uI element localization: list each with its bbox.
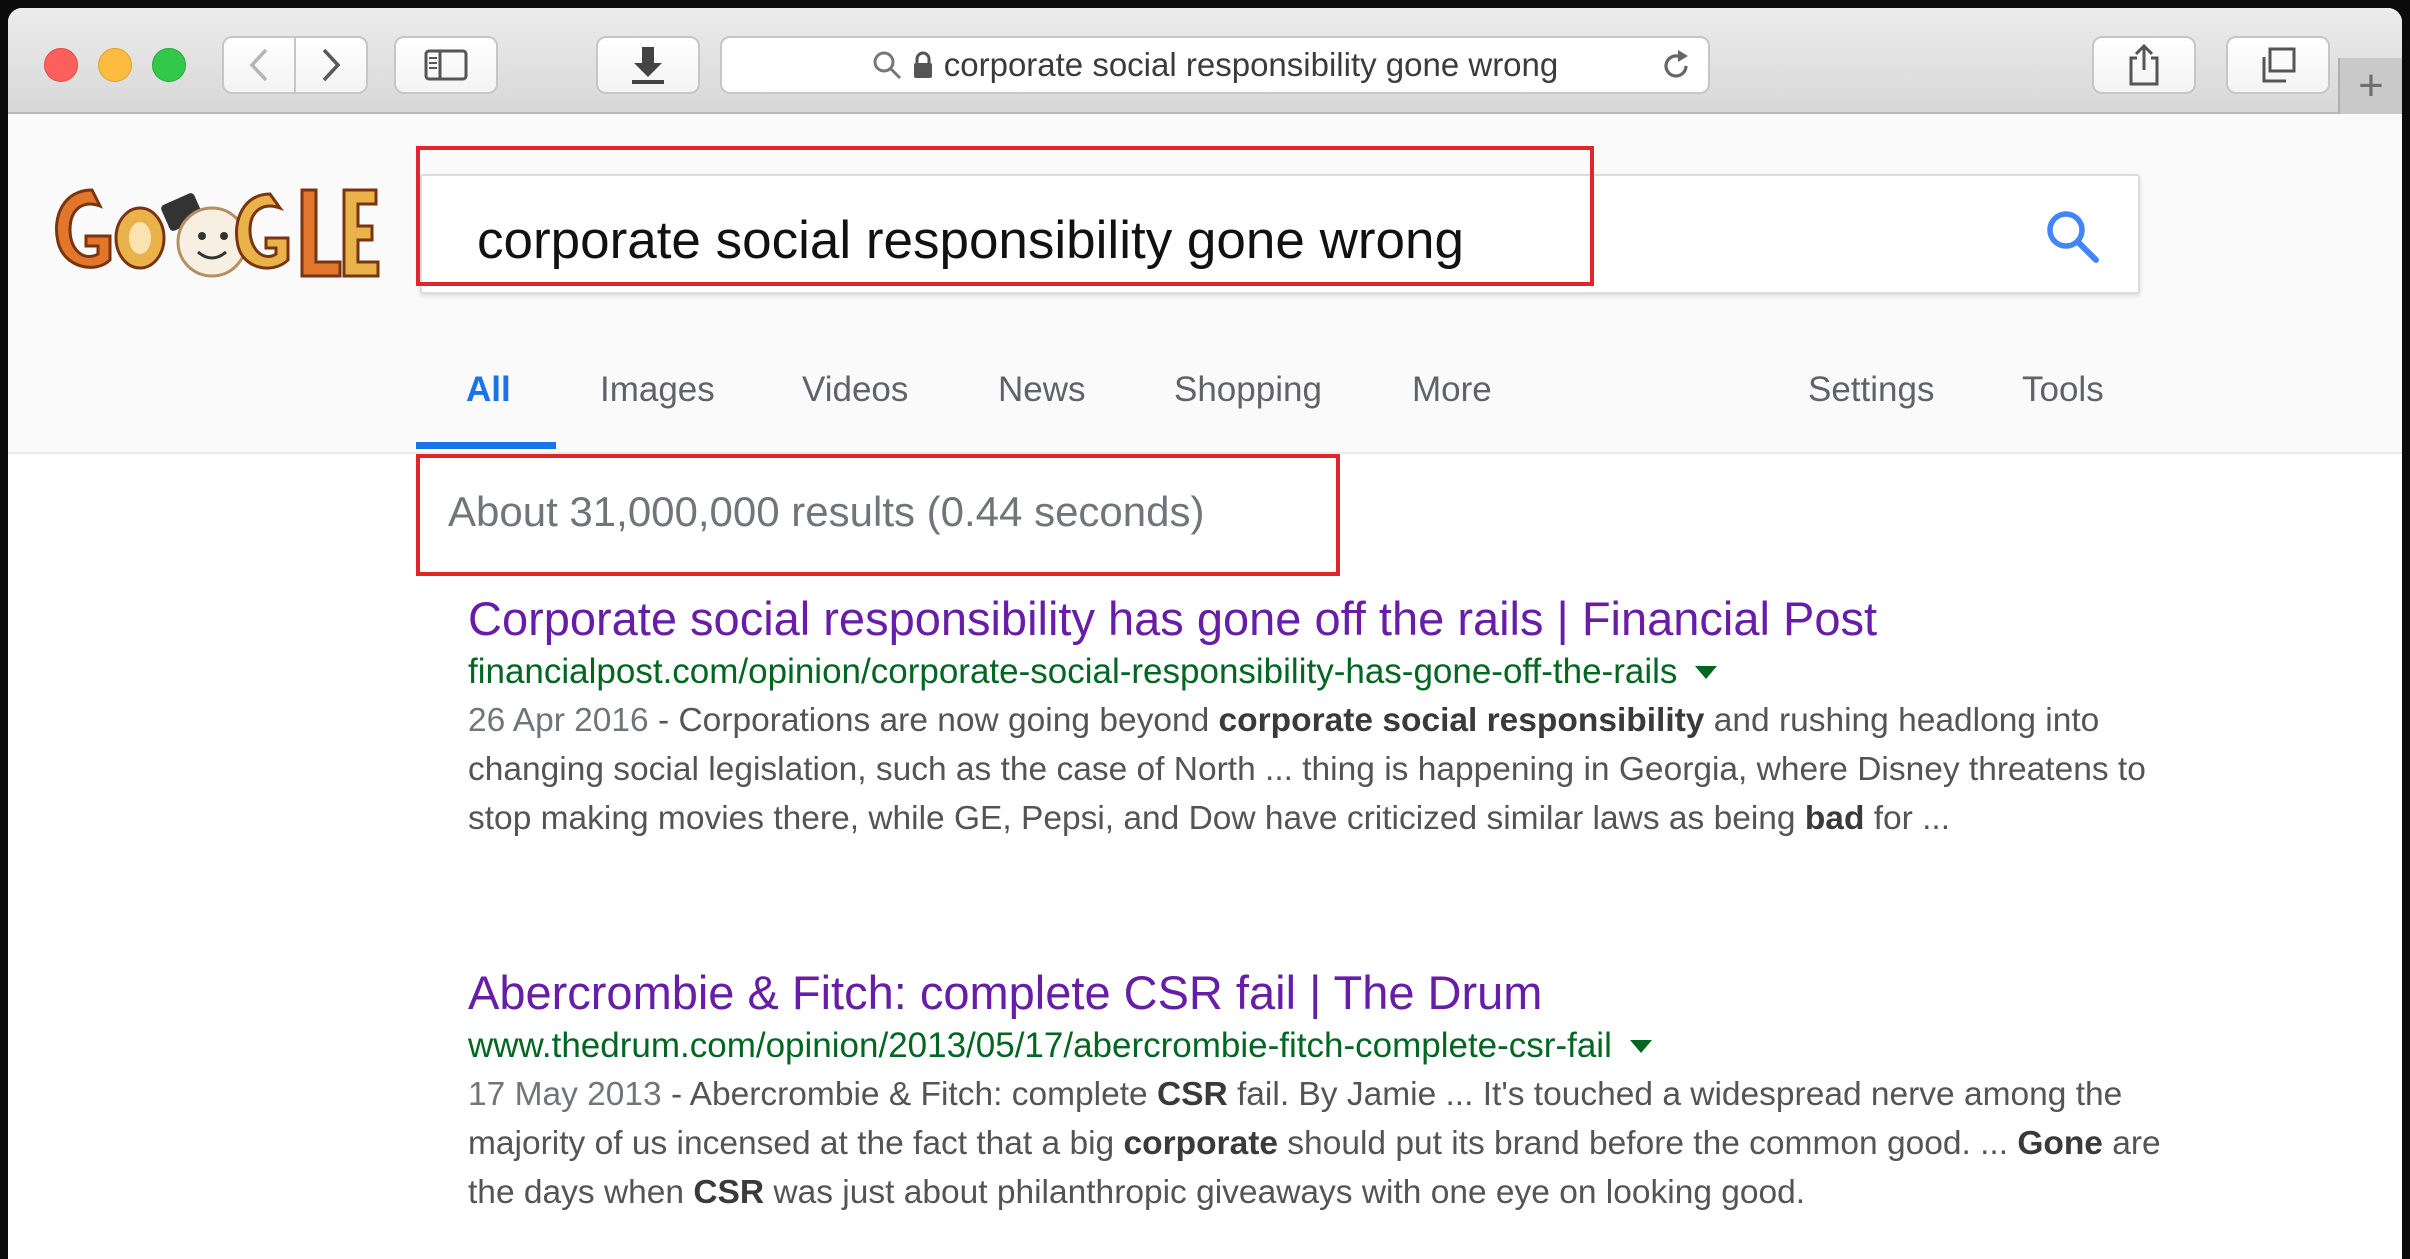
tab-all[interactable]: All [466, 370, 511, 410]
snippet-segment: was just about philanthropic giveaways w… [764, 1174, 1806, 1212]
tabs-overview-icon [2262, 47, 2296, 83]
query-highlight-annotation [416, 146, 1594, 286]
snippet-segment: - Corporations are now going beyond [648, 702, 1219, 740]
download-icon [632, 47, 664, 84]
minimize-window-button[interactable] [98, 48, 132, 82]
close-window-button[interactable] [44, 48, 78, 82]
search-icon [872, 50, 902, 80]
tab-news[interactable]: News [998, 370, 1086, 410]
browser-window: corporate social responsibility gone wro… [8, 8, 2402, 1259]
chevron-left-icon [249, 48, 268, 82]
snippet-highlight: corporate [1123, 1125, 1278, 1163]
reload-icon[interactable] [1658, 48, 1694, 89]
result-date: 17 May 2013 [468, 1076, 662, 1114]
result-snippet-text: - Corporations are now going beyond corp… [468, 702, 2146, 837]
search-icon[interactable] [2042, 206, 2102, 271]
chevron-right-icon [322, 48, 341, 82]
stats-highlight-annotation [416, 454, 1340, 576]
address-text: corporate social responsibility gone wro… [943, 46, 1559, 83]
tab-tools[interactable]: Tools [2022, 370, 2104, 410]
share-button[interactable] [2092, 36, 2196, 94]
tab-videos[interactable]: Videos [802, 370, 908, 410]
history-navigation [222, 36, 370, 94]
search-result: Abercrombie & Fitch: complete CSR fail |… [468, 966, 2188, 1217]
google-doodle-logo[interactable] [44, 176, 380, 293]
result-title-link[interactable]: Abercrombie & Fitch: complete CSR fail |… [468, 966, 2188, 1020]
result-snippet-text: - Abercrombie & Fitch: complete CSR fail… [468, 1076, 2161, 1211]
tab-more[interactable]: More [1412, 370, 1492, 410]
back-button[interactable] [222, 36, 296, 94]
show-tabs-button[interactable] [2226, 36, 2330, 94]
zoom-window-button[interactable] [152, 48, 186, 82]
new-tab-button[interactable]: + [2338, 58, 2402, 114]
snippet-highlight: CSR [1156, 1076, 1228, 1114]
snippet-segment: for ... [1864, 800, 1951, 838]
share-icon [2129, 44, 2159, 86]
active-tab-indicator [416, 442, 556, 449]
caret-down-icon[interactable] [1629, 1039, 1652, 1053]
snippet-highlight: CSR [693, 1174, 765, 1212]
sidebar-icon [424, 49, 468, 81]
result-url-text[interactable]: www.thedrum.com/opinion/2013/05/17/aberc… [468, 1026, 1612, 1066]
snippet-segment: - Abercrombie & Fitch: complete [661, 1076, 1157, 1114]
result-snippet: 17 May 2013 - Abercrombie & Fitch: compl… [468, 1070, 2188, 1217]
sidebar-toggle-button[interactable] [394, 36, 498, 94]
lock-icon [912, 51, 934, 79]
search-tabs: All Images Videos News Shopping More Set… [8, 370, 2402, 454]
search-result: Corporate social responsibility has gone… [468, 592, 2188, 843]
result-snippet: 26 Apr 2016 - Corporations are now going… [468, 696, 2188, 843]
snippet-highlight: corporate social responsibility [1218, 702, 1705, 740]
address-bar[interactable]: corporate social responsibility gone wro… [720, 36, 1710, 94]
downloads-button[interactable] [596, 36, 700, 94]
forward-button[interactable] [294, 36, 368, 94]
tab-shopping[interactable]: Shopping [1174, 370, 1322, 410]
result-title-link[interactable]: Corporate social responsibility has gone… [468, 592, 2188, 646]
result-url: www.thedrum.com/opinion/2013/05/17/aberc… [468, 1026, 2188, 1066]
snippet-highlight: Gone [2017, 1125, 2103, 1163]
result-url-text[interactable]: financialpost.com/opinion/corporate-soci… [468, 652, 1677, 692]
tab-images[interactable]: Images [600, 370, 715, 410]
google-header: corporate social responsibility gone wro… [8, 114, 2402, 454]
result-url: financialpost.com/opinion/corporate-soci… [468, 652, 2188, 692]
snippet-segment: should put its brand before the common g… [1278, 1125, 2018, 1163]
result-date: 26 Apr 2016 [468, 702, 649, 740]
caret-down-icon[interactable] [1695, 665, 1718, 679]
browser-toolbar: corporate social responsibility gone wro… [8, 8, 2402, 114]
tab-settings[interactable]: Settings [1808, 370, 1934, 410]
snippet-highlight: bad [1804, 800, 1865, 838]
